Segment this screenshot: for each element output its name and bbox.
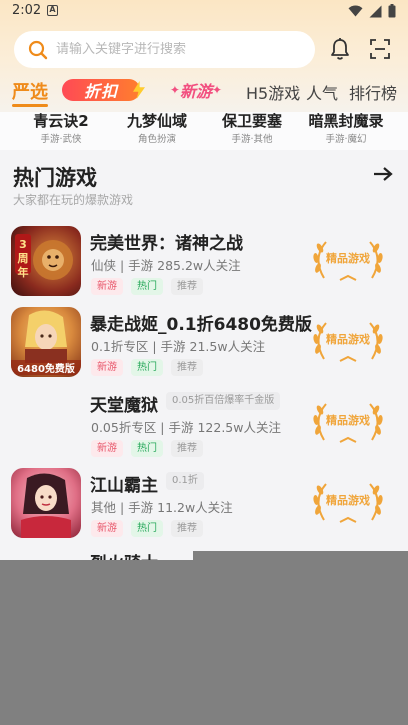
category-item[interactable]: 暗黑封魔录 手游·魔幻 [291, 112, 401, 145]
premium-label: 精品游戏 [326, 333, 370, 346]
game-thumbnail: 6480免费版 [11, 307, 81, 377]
scan-button[interactable] [367, 36, 393, 62]
section-title: 热门游戏 [13, 166, 97, 190]
tab-new-games-label: 新游 [179, 82, 212, 101]
premium-badge: 精品游戏 [308, 478, 388, 528]
tag-hot: 热门 [131, 520, 163, 537]
category-item[interactable]: 九梦仙域 角色扮演 [102, 112, 212, 145]
tag-recommended: 推荐 [171, 359, 203, 376]
game-meta: 仙侠 | 手游 285.2w人关注 [91, 258, 241, 273]
tag-recommended: 推荐 [171, 278, 203, 295]
game-meta: 0.05折专区 | 手游 122.5w人关注 [91, 420, 281, 435]
tag-hot: 热门 [131, 278, 163, 295]
premium-badge: 精品游戏 [308, 236, 388, 286]
gray-overlay-panel [0, 560, 408, 725]
tag-recommended: 推荐 [171, 440, 203, 457]
active-tab-indicator [12, 104, 48, 107]
tag-recommended: 推荐 [171, 520, 203, 537]
notification-icon: A [47, 5, 58, 16]
tag-new: 新游 [91, 440, 123, 457]
scan-icon [370, 39, 390, 59]
game-row[interactable]: 3周年 完美世界：诸神之战 仙侠 | 手游 285.2w人关注 新游 热门 推荐… [0, 226, 408, 306]
game-thumbnail: 3周年 [11, 226, 81, 296]
premium-label: 精品游戏 [326, 414, 370, 427]
game-row[interactable]: 6480免费版 暴走战姬_0.1折6480免费版 0.1折专区 | 手游 21.… [0, 307, 408, 387]
game-promo-tag: 0.05折百倍爆率千金版 [166, 392, 281, 410]
search-input[interactable] [56, 42, 296, 57]
game-name: 江山霸主 [90, 476, 158, 496]
hot-games-section: 热门游戏 大家都在玩的爆款游戏 3周年 完美世界：诸神之战 仙侠 | 手游 28… [0, 150, 408, 560]
status-time: 2:02 [12, 3, 42, 18]
free-version-label: 6480免费版 [11, 360, 81, 375]
search-bar[interactable] [14, 31, 315, 68]
wifi-icon [348, 5, 363, 17]
game-row[interactable]: 天堂魔狱 0.05折百倍爆率千金版 0.05折专区 | 手游 122.5w人关注… [0, 388, 408, 468]
tag-new: 新游 [91, 359, 123, 376]
partial-game-name: 烈火骑士 [90, 551, 158, 560]
notification-bell-button[interactable] [327, 36, 353, 62]
status-bar: 2:02 A [0, 0, 408, 24]
game-promo-tag: 0.1折 [166, 472, 204, 490]
premium-label: 精品游戏 [326, 494, 370, 507]
signal-icon [369, 5, 382, 17]
game-name: 暴走战姬_0.1折6480免费版 [90, 315, 312, 335]
game-name: 完美世界：诸神之战 [90, 234, 243, 254]
category-sub: 手游·武侠 [40, 134, 82, 145]
premium-label: 精品游戏 [326, 252, 370, 265]
game-meta: 0.1折专区 | 手游 21.5w人关注 [91, 339, 266, 354]
category-name: 青云诀2 [33, 112, 89, 130]
bell-icon [331, 38, 349, 60]
tag-new: 新游 [91, 520, 123, 537]
tag-hot: 热门 [131, 359, 163, 376]
sparkle-icon: ✦ [212, 83, 223, 97]
game-meta: 其他 | 手游 11.2w人关注 [91, 500, 233, 515]
arrow-right-icon[interactable] [372, 166, 394, 182]
tab-discount[interactable]: 折扣 [62, 79, 140, 101]
overlay-notch [193, 551, 408, 560]
game-name: 天堂魔狱 [90, 396, 158, 416]
search-icon [28, 40, 48, 59]
tab-h5[interactable]: H5游戏 [246, 80, 300, 104]
tag-new: 新游 [91, 278, 123, 295]
category-sub: 手游·魔幻 [325, 134, 367, 145]
game-thumbnail [11, 468, 81, 538]
battery-icon [388, 4, 396, 18]
category-item[interactable]: 青云诀2 手游·武侠 [6, 112, 116, 145]
tab-ranking[interactable]: 排行榜 [349, 80, 397, 104]
category-name: 九梦仙域 [126, 112, 187, 130]
heroine-art-icon [21, 473, 71, 538]
section-subtitle: 大家都在玩的爆款游戏 [13, 193, 134, 207]
premium-badge: 精品游戏 [308, 317, 388, 367]
anniversary-label: 3周年 [17, 238, 29, 279]
tag-hot: 热门 [131, 440, 163, 457]
partial-row-strip: 烈火骑士 [0, 551, 193, 560]
premium-badge: 精品游戏 [308, 398, 388, 448]
game-row[interactable]: 江山霸主 0.1折 其他 | 手游 11.2w人关注 新游 热门 推荐 精品游戏 [0, 468, 408, 548]
tab-new-games[interactable]: ✦ 新游 ✦ [158, 77, 234, 103]
tab-yanxuan[interactable]: 严选 [12, 78, 48, 104]
category-sub: 角色扮演 [137, 134, 176, 145]
tab-popular[interactable]: 人气 [306, 80, 338, 104]
category-strip: 青云诀2 手游·武侠 九梦仙域 角色扮演 保卫要塞 手游·其他 暗黑封魔录 手游… [0, 112, 408, 150]
sparkle-icon: ✦ [169, 83, 180, 97]
category-name: 暗黑封魔录 [308, 112, 384, 130]
status-icons [348, 4, 396, 18]
